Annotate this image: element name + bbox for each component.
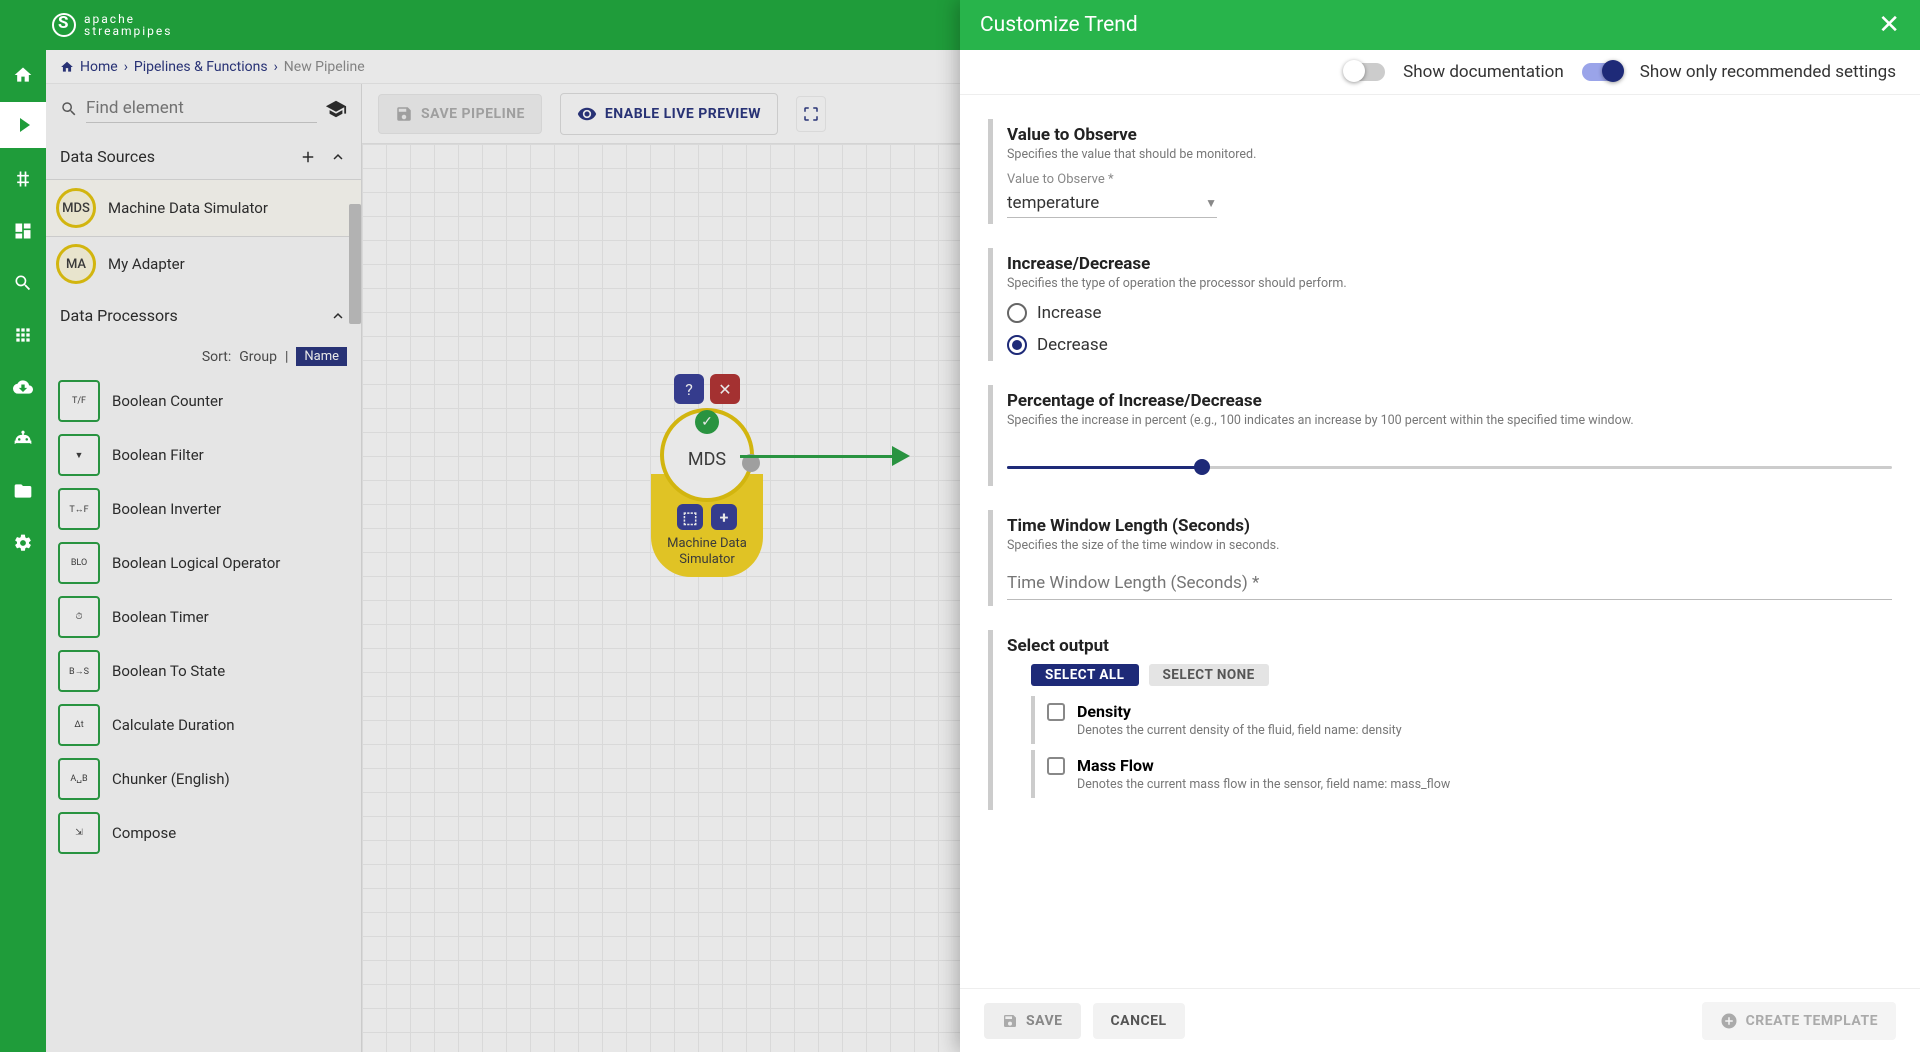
drawer-body: Value to Observe Specifies the value tha… <box>960 95 1920 988</box>
radio-decrease[interactable]: Decrease <box>1007 335 1892 355</box>
apps-icon[interactable] <box>12 324 34 346</box>
radio-label: Decrease <box>1037 335 1108 355</box>
explorer-icon[interactable] <box>12 272 34 294</box>
section-hint: Specifies the size of the time window in… <box>1007 538 1892 553</box>
pipelines-icon[interactable] <box>0 102 46 148</box>
drawer-toggles: Show documentation Show only recommended… <box>960 50 1920 95</box>
section-time-window: Time Window Length (Seconds) Specifies t… <box>988 510 1892 606</box>
percentage-slider[interactable] <box>1007 456 1892 480</box>
section-value-observe: Value to Observe Specifies the value tha… <box>988 119 1892 224</box>
checkbox[interactable] <box>1047 757 1065 775</box>
output-desc: Denotes the current density of the fluid… <box>1077 723 1892 738</box>
section-select-output: Select output SELECT ALL SELECT NONE Den… <box>988 630 1892 810</box>
toggle-documentation[interactable] <box>1345 63 1385 81</box>
save-label: SAVE <box>1026 1013 1063 1029</box>
section-percentage: Percentage of Increase/Decrease Specifie… <box>988 385 1892 486</box>
section-hint: Specifies the increase in percent (e.g.,… <box>1007 413 1892 428</box>
output-item: Density Denotes the current density of t… <box>1031 696 1892 744</box>
section-title: Select output <box>1007 636 1892 656</box>
section-title: Value to Observe <box>1007 125 1892 145</box>
drawer-title: Customize Trend <box>980 13 1138 37</box>
output-name: Density <box>1077 702 1131 721</box>
close-icon[interactable]: ✕ <box>1878 10 1900 40</box>
section-hint: Specifies the value that should be monit… <box>1007 147 1892 162</box>
drawer-footer: SAVE CANCEL CREATE TEMPLATE <box>960 988 1920 1052</box>
field-label: Value to Observe * <box>1007 172 1892 187</box>
drawer-header: Customize Trend ✕ <box>960 0 1920 50</box>
section-title: Time Window Length (Seconds) <box>1007 516 1892 536</box>
brand-name: streampipes <box>84 25 172 37</box>
section-increase-decrease: Increase/Decrease Specifies the type of … <box>988 248 1892 361</box>
toggle-doc-label: Show documentation <box>1403 62 1564 82</box>
radio-icon <box>1007 335 1027 355</box>
cancel-button[interactable]: CANCEL <box>1093 1003 1185 1039</box>
output-name: Mass Flow <box>1077 756 1154 775</box>
logo-icon <box>52 13 76 37</box>
cancel-label: CANCEL <box>1111 1013 1167 1029</box>
robot-icon[interactable] <box>12 428 34 450</box>
nav-rail <box>0 50 46 1052</box>
download-icon[interactable] <box>12 376 34 398</box>
section-title: Percentage of Increase/Decrease <box>1007 391 1892 411</box>
section-title: Increase/Decrease <box>1007 254 1892 274</box>
create-template-button[interactable]: CREATE TEMPLATE <box>1702 1002 1896 1040</box>
settings-icon[interactable] <box>12 532 34 554</box>
checkbox[interactable] <box>1047 703 1065 721</box>
select-value: temperature <box>1007 193 1099 213</box>
value-observe-select[interactable]: temperature ▼ <box>1007 189 1217 218</box>
save-icon <box>1002 1013 1018 1029</box>
time-window-input[interactable] <box>1007 567 1892 600</box>
toggle-recommended[interactable] <box>1582 63 1622 81</box>
toggle-rec-label: Show only recommended settings <box>1640 62 1896 82</box>
output-desc: Denotes the current mass flow in the sen… <box>1077 777 1892 792</box>
files-icon[interactable] <box>12 480 34 502</box>
radio-increase[interactable]: Increase <box>1007 303 1892 323</box>
radio-icon <box>1007 303 1027 323</box>
section-hint: Specifies the type of operation the proc… <box>1007 276 1892 291</box>
dashboard-icon[interactable] <box>12 220 34 242</box>
connect-icon[interactable] <box>12 168 34 190</box>
radio-label: Increase <box>1037 303 1102 323</box>
template-label: CREATE TEMPLATE <box>1746 1013 1878 1029</box>
select-none-button[interactable]: SELECT NONE <box>1149 664 1269 686</box>
brand-logo: apache streampipes <box>52 13 172 37</box>
chevron-down-icon: ▼ <box>1205 196 1217 210</box>
home-icon[interactable] <box>12 64 34 86</box>
output-item: Mass Flow Denotes the current mass flow … <box>1031 750 1892 798</box>
plus-circle-icon <box>1720 1012 1738 1030</box>
save-button[interactable]: SAVE <box>984 1003 1081 1039</box>
slider-thumb[interactable] <box>1194 459 1210 475</box>
customize-drawer: Customize Trend ✕ Show documentation Sho… <box>960 0 1920 1052</box>
select-all-button[interactable]: SELECT ALL <box>1031 664 1139 686</box>
